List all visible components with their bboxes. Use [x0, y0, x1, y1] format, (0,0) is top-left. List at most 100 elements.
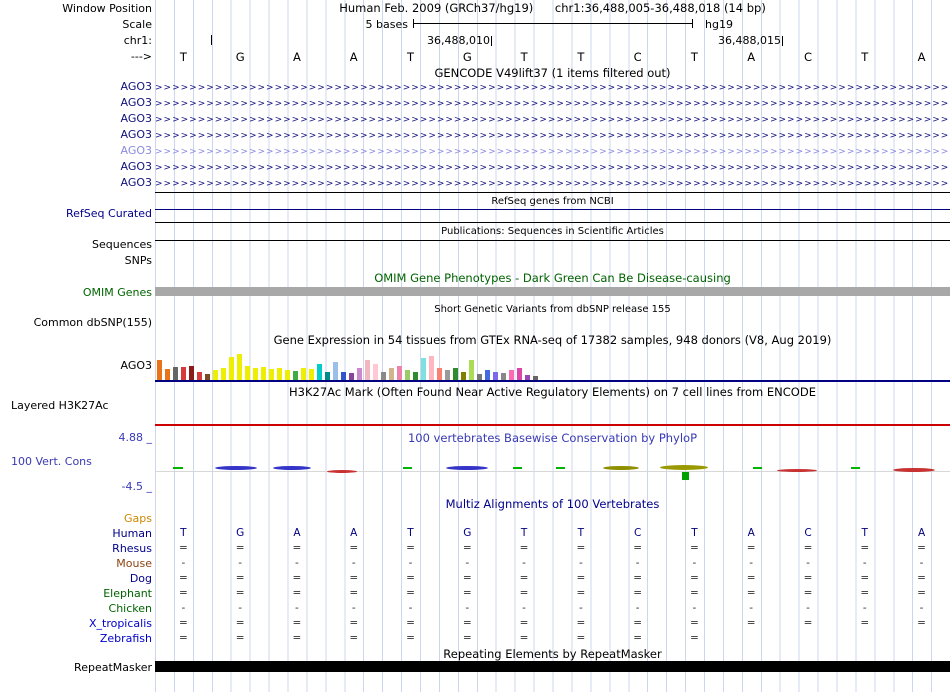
gencode-transcript-arrows[interactable]: >>>>>>>>>>>>>>>>>>>>>>>>>>>>>>>>>>>>>>>>…	[155, 80, 950, 96]
multiz-alignment-row[interactable]: --------------	[155, 556, 950, 571]
gtex-tissue-bar[interactable]	[405, 370, 410, 380]
gtex-tissue-bar[interactable]	[165, 369, 170, 380]
gencode-transcript-arrows[interactable]: >>>>>>>>>>>>>>>>>>>>>>>>>>>>>>>>>>>>>>>>…	[155, 96, 950, 112]
gencode-transcript-label[interactable]: AGO3	[0, 176, 152, 190]
gtex-tissue-bar[interactable]	[237, 354, 242, 380]
gtex-tissue-bar[interactable]	[325, 372, 330, 380]
refseq-track-line[interactable]	[155, 209, 950, 210]
multiz-cell: -	[862, 557, 867, 569]
gtex-gene-label[interactable]: AGO3	[0, 359, 152, 373]
gencode-transcript-arrows[interactable]: >>>>>>>>>>>>>>>>>>>>>>>>>>>>>>>>>>>>>>>>…	[155, 160, 950, 176]
scale-label: Scale	[122, 18, 152, 31]
multiz-cell: =	[690, 617, 699, 629]
gencode-transcript-arrows[interactable]: >>>>>>>>>>>>>>>>>>>>>>>>>>>>>>>>>>>>>>>>…	[155, 128, 950, 144]
multiz-alignment-row[interactable]: = = = = = = = = = =	[155, 631, 950, 646]
omim-gene-bar[interactable]	[155, 287, 950, 296]
gtex-tissue-bar[interactable]	[517, 368, 522, 380]
gencode-transcript-label[interactable]: AGO3	[0, 128, 152, 142]
gtex-tissue-bar[interactable]	[389, 368, 394, 380]
gtex-tissue-bar[interactable]	[485, 370, 490, 380]
gtex-tissue-bar[interactable]	[413, 372, 418, 380]
multiz-alignment-row[interactable]	[155, 511, 950, 526]
multiz-cell: =	[235, 587, 245, 599]
gtex-tissue-bar[interactable]	[365, 360, 370, 380]
gencode-transcript-arrows[interactable]: >>>>>>>>>>>>>>>>>>>>>>>>>>>>>>>>>>>>>>>>…	[155, 176, 950, 192]
multiz-species-label: X_tropicalis	[88, 617, 152, 630]
gtex-tissue-bar[interactable]	[277, 368, 282, 380]
coordinate-tick	[781, 36, 783, 46]
gtex-tissue-bar[interactable]	[181, 367, 186, 380]
scale-bar	[413, 23, 693, 24]
repeatmasker-element-bar[interactable]	[155, 661, 950, 672]
gtex-tissue-bar[interactable]	[293, 371, 298, 380]
phylop-wiggle[interactable]	[155, 445, 950, 491]
gtex-tissue-bar[interactable]	[197, 372, 202, 380]
multiz-alignment-row[interactable]: TGAATGTTCTACTA	[155, 526, 950, 541]
multiz-cell	[723, 631, 780, 646]
gtex-tissue-bar[interactable]	[229, 357, 234, 380]
gtex-tissue-bar[interactable]	[285, 370, 290, 380]
gtex-tissue-bar[interactable]	[429, 356, 434, 380]
multiz-cell: -	[465, 557, 470, 569]
phylop-track-title[interactable]: 100 vertebrates Basewise Conservation by…	[155, 431, 950, 446]
gtex-tissue-bar[interactable]	[221, 368, 226, 380]
gtex-tissue-bar[interactable]	[501, 373, 506, 380]
gencode-transcript-arrows[interactable]: >>>>>>>>>>>>>>>>>>>>>>>>>>>>>>>>>>>>>>>>…	[155, 112, 950, 128]
omim-track-title[interactable]: OMIM Gene Phenotypes - Dark Green Can Be…	[155, 271, 950, 286]
gtex-tissue-bar[interactable]	[245, 366, 250, 380]
gtex-tissue-bar[interactable]	[461, 372, 466, 380]
coordinate-major-1[interactable]: 36,488,010	[427, 34, 492, 48]
gtex-tissue-bar[interactable]	[509, 370, 514, 380]
gtex-tissue-bar[interactable]	[261, 367, 266, 380]
h3k27ac-track-title[interactable]: H3K27Ac Mark (Often Found Near Active Re…	[155, 385, 950, 400]
gtex-tissue-bar[interactable]	[381, 372, 386, 380]
h3k27ac-signal-line[interactable]	[155, 424, 950, 426]
coordinate-major-2[interactable]: 36,488,015	[718, 34, 783, 48]
multiz-alignment-row[interactable]: = = = = = = = = = = = = = =	[155, 571, 950, 586]
gtex-tissue-bar[interactable]	[157, 360, 162, 380]
refseq-track-title[interactable]: RefSeq genes from NCBI	[155, 194, 950, 209]
gtex-tissue-bar[interactable]	[301, 368, 306, 380]
gtex-tissue-bar[interactable]	[493, 372, 498, 380]
gencode-transcript-label[interactable]: AGO3	[0, 80, 152, 94]
gtex-tissue-bar[interactable]	[445, 370, 450, 380]
phylop-mark	[682, 472, 689, 480]
publications-track-title[interactable]: Publications: Sequences in Scientific Ar…	[155, 224, 950, 239]
gtex-tissue-bar[interactable]	[437, 368, 442, 380]
gtex-tissue-bar[interactable]	[357, 368, 362, 380]
multiz-alignment-row[interactable]: = = = = = = = = = = = = = =	[155, 616, 950, 631]
ruler-base: T	[407, 50, 415, 64]
gencode-transcript-label[interactable]: AGO3	[0, 144, 152, 158]
dbsnp-track-title[interactable]: Short Genetic Variants from dbSNP releas…	[155, 302, 950, 317]
gencode-transcript-label[interactable]: AGO3	[0, 160, 152, 174]
gtex-tissue-bar[interactable]	[333, 362, 338, 380]
gtex-tissue-bar[interactable]	[341, 372, 346, 380]
gtex-tissue-bar[interactable]	[253, 368, 258, 380]
gtex-tissue-bar[interactable]	[397, 366, 402, 380]
phylop-mark	[603, 466, 639, 470]
multiz-alignment-row[interactable]: = = = = = = = = = = = = = =	[155, 541, 950, 556]
gtex-tissue-bar[interactable]	[453, 368, 458, 380]
gtex-tissue-bar[interactable]	[213, 370, 218, 380]
multiz-alignment-row[interactable]: --------------	[155, 601, 950, 616]
gencode-transcript-label[interactable]: AGO3	[0, 112, 152, 126]
gencode-track-title[interactable]: GENCODE V49lift37 (1 items filtered out)	[155, 66, 950, 81]
gtex-tissue-bar[interactable]	[173, 367, 178, 380]
gencode-transcript-label[interactable]: AGO3	[0, 96, 152, 110]
gtex-track-title[interactable]: Gene Expression in 54 tissues from GTEx …	[155, 333, 950, 348]
gtex-bar-chart[interactable]	[155, 352, 950, 380]
publications-track-line[interactable]	[155, 240, 950, 241]
gtex-tissue-bar[interactable]	[189, 366, 194, 380]
gtex-tissue-bar[interactable]	[421, 358, 426, 380]
repeatmasker-track-title[interactable]: Repeating Elements by RepeatMasker	[155, 647, 950, 662]
gtex-tissue-bar[interactable]	[309, 369, 314, 380]
gtex-tissue-bar[interactable]	[317, 364, 322, 380]
gtex-tissue-bar[interactable]	[269, 369, 274, 380]
ruler-base-row[interactable]: TGAATGTTCTACTA	[155, 49, 950, 65]
multiz-alignment-row[interactable]: = = = = = = = = = = = = = =	[155, 586, 950, 601]
gtex-tissue-bar[interactable]	[373, 364, 378, 380]
gencode-transcript-arrows[interactable]: >>>>>>>>>>>>>>>>>>>>>>>>>>>>>>>>>>>>>>>>…	[155, 144, 950, 160]
gtex-tissue-bar[interactable]	[469, 360, 474, 380]
multiz-track-title[interactable]: Multiz Alignments of 100 Vertebrates	[155, 497, 950, 512]
gtex-tissue-bar[interactable]	[349, 373, 354, 380]
